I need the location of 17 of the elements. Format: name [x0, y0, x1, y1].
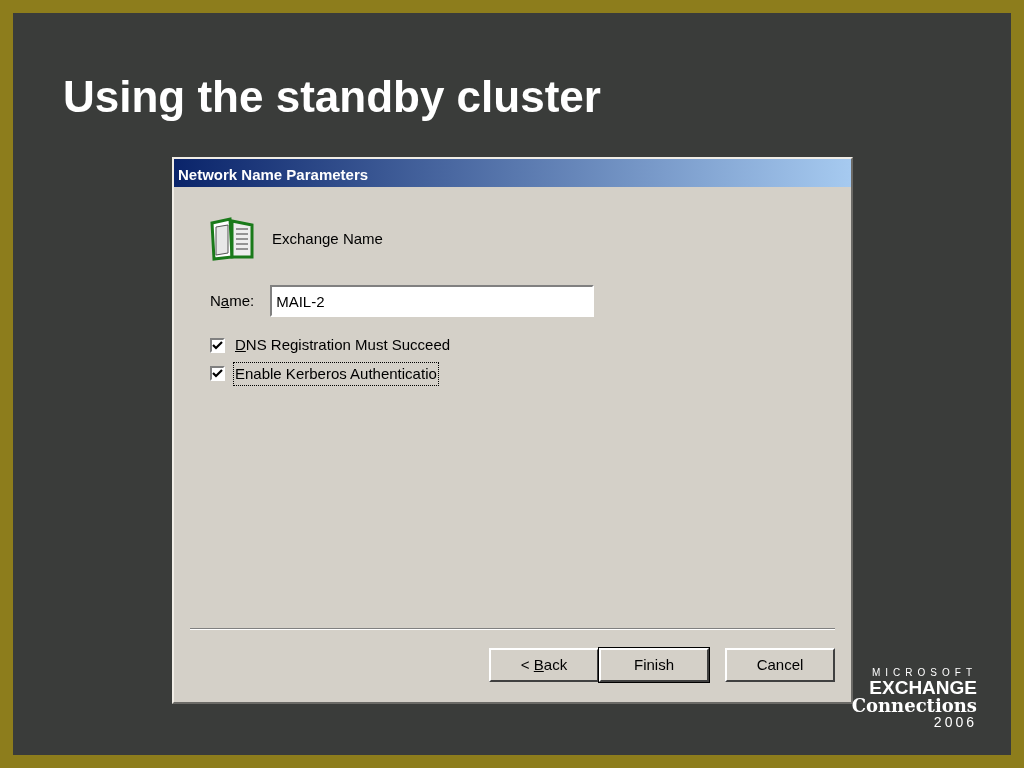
- logo-text: Connections: [851, 697, 977, 715]
- logo-text: 2006: [932, 715, 977, 729]
- name-field[interactable]: MAIL-2: [270, 285, 595, 317]
- logo-text: EXCHANGE: [868, 678, 977, 697]
- field-label: Name:: [210, 290, 255, 311]
- checkbox[interactable]: [210, 337, 225, 353]
- dialog-button[interactable]: Cancel: [725, 648, 835, 682]
- window-title: Network Name Parameters: [174, 159, 851, 187]
- dialog-button[interactable]: < Back: [489, 648, 599, 682]
- dialog-button[interactable]: Finish: [599, 648, 709, 682]
- checkbox-label[interactable]: Enable Kerberos Authenticatio: [233, 361, 439, 386]
- section-heading: Exchange Name: [272, 228, 383, 249]
- book-icon: [210, 217, 256, 261]
- checkbox[interactable]: [210, 366, 225, 382]
- checkbox-label[interactable]: DNS Registration Must Succeed: [233, 333, 453, 358]
- slide-title: Using the standby cluster: [63, 75, 602, 119]
- logo-text: MICROSOFT: [871, 668, 977, 678]
